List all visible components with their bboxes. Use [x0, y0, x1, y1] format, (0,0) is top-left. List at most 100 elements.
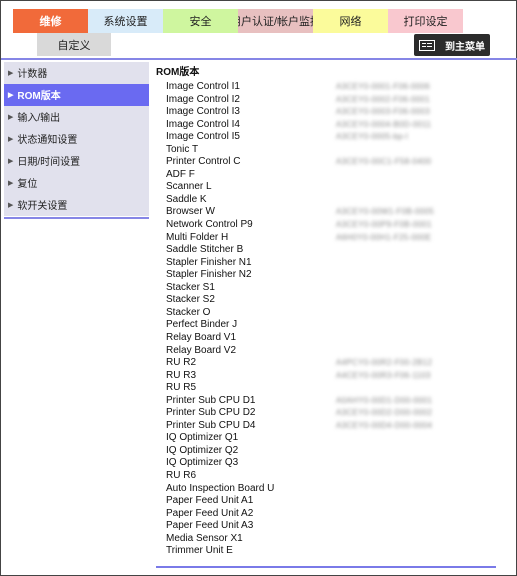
rom-component-name: Printer Sub CPU D1	[166, 394, 256, 406]
chevron-right-icon: ▶	[8, 135, 14, 143]
rom-component-name: Paper Feed Unit A3	[166, 520, 254, 532]
tab-1[interactable]: 系统设置	[88, 9, 163, 33]
sidebar-item-label: 状态通知设置	[17, 135, 78, 147]
rom-component-name: Browser W	[166, 206, 215, 218]
sidebar-item-3[interactable]: ▶ 状态通知设置	[4, 128, 149, 150]
sidebar-item-label: 输入/输出	[17, 113, 61, 125]
rom-version-value: A3CEY0-00D4-D00-0004	[336, 420, 433, 430]
rom-component-name: Image Control I5	[166, 131, 240, 143]
rom-row: Browser W A3CEY0-00W1-F0B-0005	[166, 206, 496, 219]
tab-0[interactable]: 维修	[13, 9, 88, 33]
rom-version-value: A3CEY0-00C1-F58-0400	[336, 157, 432, 167]
rom-row: IQ Optimizer Q3	[166, 457, 496, 470]
rom-row: Perfect Binder J	[166, 319, 496, 332]
rom-version-value: A3CEY0-0003-F06-0003	[336, 107, 431, 117]
rom-component-name: Network Control P9	[166, 219, 253, 231]
chevron-right-icon: ▶	[8, 179, 14, 187]
rom-component-name: Trimmer Unit E	[166, 545, 233, 557]
rom-component-name: RU R3	[166, 369, 197, 381]
rom-version-value: A0AHY0-00D1-D00-0001	[336, 395, 433, 405]
rom-row: Paper Feed Unit A2	[166, 508, 496, 521]
rom-row: Tonic T	[166, 144, 496, 157]
rom-component-name: Stacker O	[166, 306, 211, 318]
rom-version-list: Image Control I1 A3CEY0-0001-F06-0006 Imag…	[156, 81, 496, 558]
rom-component-name: RU R6	[166, 469, 197, 481]
rom-component-name: RU R2	[166, 357, 197, 369]
rom-row: Media Sensor X1	[166, 533, 496, 546]
rom-version-value: A3CEY0-0002-F06-0001	[336, 94, 431, 104]
rom-version-value: A3CEY0-0001-F06-0006	[336, 82, 431, 92]
rom-component-name: IQ Optimizer Q3	[166, 457, 239, 469]
sidebar-item-label: 计数器	[17, 69, 48, 81]
chevron-right-icon: ▶	[8, 69, 14, 77]
content-bottom-divider	[156, 566, 496, 568]
sidebar-item-label: ROM版本	[17, 91, 61, 103]
tab-3[interactable]: 用户认证/帐户监控	[238, 9, 313, 33]
rom-version-value: A6H0Y0-00H1-F25-000E	[336, 232, 432, 242]
rom-component-name: Tonic T	[166, 143, 199, 155]
sidebar-item-5[interactable]: ▶ 复位	[4, 172, 149, 194]
rom-row: Trimmer Unit E	[166, 545, 496, 558]
tab-2[interactable]: 安全	[163, 9, 238, 33]
main-tab-bar: 维修系统设置安全用户认证/帐户监控网络打印设定	[13, 9, 463, 33]
rom-component-name: Printer Control C	[166, 156, 241, 168]
rom-component-name: Paper Feed Unit A2	[166, 507, 254, 519]
sidebar-item-label: 复位	[17, 179, 38, 191]
rom-row: Printer Sub CPU D4 A3CEY0-00D4-D00-0004	[166, 420, 496, 433]
sidebar-item-2[interactable]: ▶ 输入/输出	[4, 106, 149, 128]
rom-row: Stacker S1	[166, 282, 496, 295]
to-main-menu-button[interactable]: 到主菜单	[414, 34, 490, 56]
rom-row: Stacker O	[166, 307, 496, 320]
rom-component-name: Image Control I2	[166, 93, 240, 105]
rom-row: Scanner L	[166, 181, 496, 194]
chevron-right-icon: ▶	[8, 201, 14, 209]
tab-custom[interactable]: 自定义	[37, 33, 111, 56]
rom-component-name: Stapler Finisher N2	[166, 269, 252, 281]
rom-row: Stapler Finisher N2	[166, 269, 496, 282]
rom-row: Saddle Stitcher B	[166, 244, 496, 257]
rom-row: Relay Board V2	[166, 344, 496, 357]
tab-5[interactable]: 打印设定	[388, 9, 463, 33]
sidebar-item-0[interactable]: ▶ 计数器	[4, 62, 149, 84]
main-content: ROM版本 Image Control I1 A3CEY0-0001-F06-00…	[156, 64, 496, 558]
rom-row: Printer Sub CPU D1 A0AHY0-00D1-D00-0001	[166, 395, 496, 408]
rom-component-name: Stacker S2	[166, 294, 215, 306]
rom-row: RU R2 A4PCY0-00R2-F00-2B12	[166, 357, 496, 370]
rom-row: Auto Inspection Board U	[166, 483, 496, 496]
rom-component-name: ADF F	[166, 168, 195, 180]
rom-row: IQ Optimizer Q1	[166, 432, 496, 445]
rom-version-value: A4PCY0-00R2-F00-2B12	[336, 358, 433, 368]
rom-row: Image Control I3 A3CEY0-0003-F06-0003	[166, 106, 496, 119]
rom-row: ADF F	[166, 169, 496, 182]
to-main-menu-label: 到主菜单	[445, 41, 485, 53]
rom-row: Paper Feed Unit A1	[166, 495, 496, 508]
rom-row: Multi Folder H A6H0Y0-00H1-F25-000E	[166, 232, 496, 245]
sidebar-item-6[interactable]: ▶ 软开关设置	[4, 194, 149, 216]
rom-row: Saddle K	[166, 194, 496, 207]
rom-component-name: Stacker S1	[166, 281, 215, 293]
rom-component-name: Media Sensor X1	[166, 532, 243, 544]
sidebar-item-label: 软开关设置	[17, 201, 68, 213]
rom-row: Image Control I4 A3CEY0-0004-B0D-0011	[166, 119, 496, 132]
rom-row: Printer Control C A3CEY0-00C1-F58-0400	[166, 156, 496, 169]
rom-component-name: Image Control I4	[166, 118, 240, 130]
rom-component-name: IQ Optimizer Q2	[166, 444, 239, 456]
rom-component-name: Stapler Finisher N1	[166, 256, 252, 268]
rom-row: Image Control I2 A3CEY0-0002-F06-0001	[166, 94, 496, 107]
rom-row: RU R5	[166, 382, 496, 395]
rom-row: IQ Optimizer Q2	[166, 445, 496, 458]
rom-row: Network Control P9 A3CEY0-00P9-F0B-0001	[166, 219, 496, 232]
rom-component-name: IQ Optimizer Q1	[166, 432, 239, 444]
sidebar-item-1[interactable]: ▶ ROM版本	[4, 84, 149, 106]
rom-component-name: RU R5	[166, 382, 197, 394]
tab-4[interactable]: 网络	[313, 9, 388, 33]
rom-row: RU R3 A4CEY0-00R3-F06-1103	[166, 370, 496, 383]
chevron-right-icon: ▶	[8, 91, 14, 99]
chevron-right-icon: ▶	[8, 157, 14, 165]
rom-component-name: Printer Sub CPU D2	[166, 407, 256, 419]
rom-row: Image Control I1 A3CEY0-0001-F06-0006	[166, 81, 496, 94]
rom-component-name: Image Control I1	[166, 81, 240, 93]
rom-component-name: Printer Sub CPU D4	[166, 419, 256, 431]
sidebar-item-4[interactable]: ▶ 日期/时间设置	[4, 150, 149, 172]
rom-version-value: A3CEY0-00D2-D00-0002	[336, 408, 433, 418]
